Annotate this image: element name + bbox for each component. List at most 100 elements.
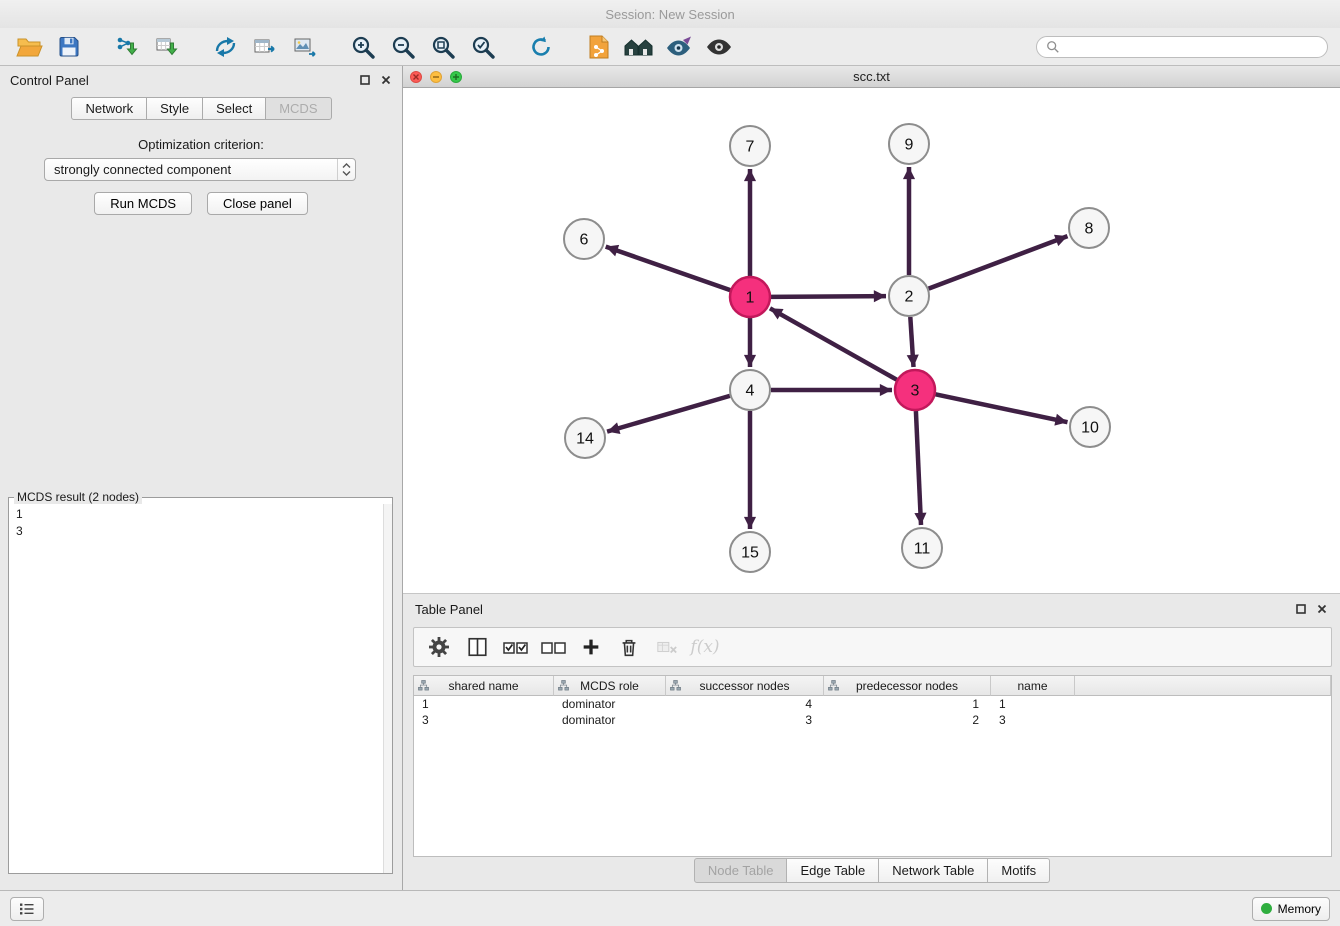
function-builder-button[interactable]: f(x) [688, 631, 722, 663]
column-header-shared-name[interactable]: shared name [414, 676, 554, 696]
import-table-file-button[interactable] [148, 31, 186, 63]
close-mcds-panel-button[interactable]: Close panel [207, 192, 308, 215]
tab-edge-table[interactable]: Edge Table [786, 858, 879, 883]
graph-edge-3-10[interactable] [936, 394, 1068, 422]
delete-table-button[interactable] [650, 631, 684, 663]
column-label: shared name [448, 679, 518, 693]
network-graph[interactable]: 7968124314101511 [403, 88, 1340, 593]
column-label: successor nodes [699, 679, 789, 693]
graphics-details-button[interactable] [660, 31, 698, 63]
memory-label: Memory [1278, 902, 1321, 916]
zoom-fit-icon [430, 34, 456, 60]
search-field[interactable] [1036, 36, 1328, 58]
zoom-selected-button[interactable] [464, 31, 502, 63]
window-minimize-button[interactable] [430, 71, 442, 83]
open-file-button[interactable] [10, 31, 48, 63]
tab-style[interactable]: Style [146, 97, 203, 120]
graph-edge-1-6[interactable] [606, 247, 731, 291]
cell-name[interactable]: 3 [991, 712, 1075, 728]
cell-mcds-role[interactable]: dominator [554, 712, 666, 728]
float-icon [1296, 604, 1306, 614]
cell-name[interactable]: 1 [991, 696, 1075, 712]
control-panel-tabs: Network Style Select MCDS [0, 97, 402, 120]
graph-edge-3-1[interactable] [770, 308, 897, 379]
export-table-button[interactable] [246, 31, 284, 63]
column-header-filler [1075, 676, 1331, 696]
table-panel-header: Table Panel [415, 600, 1328, 618]
mcds-result-line[interactable]: 1 [16, 506, 385, 523]
mcds-result-line[interactable]: 3 [16, 523, 385, 540]
column-header-mcds-role[interactable]: MCDS role [554, 676, 666, 696]
eye-icon [705, 36, 733, 58]
first-neighbors-button[interactable] [620, 31, 658, 63]
network-canvas[interactable]: 7968124314101511 [403, 88, 1340, 593]
mcds-result-list[interactable]: 1 3 [9, 504, 392, 542]
search-input[interactable] [1065, 39, 1318, 55]
float-table-panel-button[interactable] [1295, 603, 1307, 615]
close-icon [381, 75, 391, 85]
cell-predecessor-nodes[interactable]: 1 [824, 696, 991, 712]
graph-edge-2-8[interactable] [929, 236, 1068, 289]
criterion-dropdown[interactable]: strongly connected component [44, 158, 356, 181]
float-icon [360, 75, 370, 85]
close-control-panel-button[interactable] [380, 74, 392, 86]
column-header-name[interactable]: name [991, 676, 1075, 696]
refresh-layout-button[interactable] [522, 31, 560, 63]
window-close-button[interactable] [410, 71, 422, 83]
graph-edge-2-3[interactable] [910, 317, 913, 367]
export-image-button[interactable] [286, 31, 324, 63]
memory-indicator-icon [1261, 903, 1272, 914]
show-hide-button[interactable] [700, 31, 738, 63]
graph-edge-4-14[interactable] [607, 396, 730, 432]
show-columns-button[interactable] [460, 631, 494, 663]
table-settings-button[interactable] [422, 631, 456, 663]
float-panel-button[interactable] [359, 74, 371, 86]
delete-table-icon [655, 636, 679, 658]
zoom-fit-button[interactable] [424, 31, 462, 63]
graph-edge-3-11[interactable] [916, 411, 921, 525]
graph-edge-1-2[interactable] [771, 296, 886, 297]
close-table-panel-button[interactable] [1316, 603, 1328, 615]
panel-list-button[interactable] [10, 897, 44, 921]
window-controls [410, 71, 462, 83]
tab-network-table[interactable]: Network Table [878, 858, 988, 883]
graph-node-label: 11 [914, 541, 931, 558]
column-label: predecessor nodes [856, 679, 958, 693]
export-network-button[interactable] [206, 31, 244, 63]
table-row[interactable]: 3 dominator 3 2 3 [414, 712, 1331, 728]
window-zoom-button[interactable] [450, 71, 462, 83]
status-bar: Memory [0, 890, 1340, 926]
run-mcds-button[interactable]: Run MCDS [94, 192, 192, 215]
cell-shared-name[interactable]: 3 [414, 712, 554, 728]
tab-network[interactable]: Network [71, 97, 147, 120]
zoom-in-button[interactable] [344, 31, 382, 63]
cell-mcds-role[interactable]: dominator [554, 696, 666, 712]
network-window-titlebar[interactable]: scc.txt [403, 66, 1340, 88]
column-header-successor-nodes[interactable]: successor nodes [666, 676, 824, 696]
control-panel-title: Control Panel [10, 73, 89, 88]
mcds-result-title: MCDS result (2 nodes) [14, 490, 142, 504]
zoom-out-button[interactable] [384, 31, 422, 63]
result-scrollbar[interactable] [383, 504, 392, 873]
network-file-button[interactable] [580, 31, 618, 63]
deselect-all-columns-button[interactable] [536, 631, 570, 663]
table-row[interactable]: 1 dominator 4 1 1 [414, 696, 1331, 712]
delete-column-button[interactable] [612, 631, 646, 663]
tab-motifs[interactable]: Motifs [987, 858, 1050, 883]
tab-select[interactable]: Select [202, 97, 266, 120]
cell-successor-nodes[interactable]: 4 [666, 696, 824, 712]
window-titlebar: Session: New Session [0, 0, 1340, 28]
tab-node-table[interactable]: Node Table [694, 858, 788, 883]
column-header-predecessor-nodes[interactable]: predecessor nodes [824, 676, 991, 696]
table-panel-title: Table Panel [415, 602, 483, 617]
tab-mcds[interactable]: MCDS [265, 97, 331, 120]
optimization-criterion-label: Optimization criterion: [0, 137, 402, 152]
import-network-file-button[interactable] [108, 31, 146, 63]
add-column-button[interactable] [574, 631, 608, 663]
memory-button[interactable]: Memory [1252, 897, 1330, 921]
save-session-button[interactable] [50, 31, 88, 63]
cell-predecessor-nodes[interactable]: 2 [824, 712, 991, 728]
cell-successor-nodes[interactable]: 3 [666, 712, 824, 728]
cell-shared-name[interactable]: 1 [414, 696, 554, 712]
select-all-columns-button[interactable] [498, 631, 532, 663]
